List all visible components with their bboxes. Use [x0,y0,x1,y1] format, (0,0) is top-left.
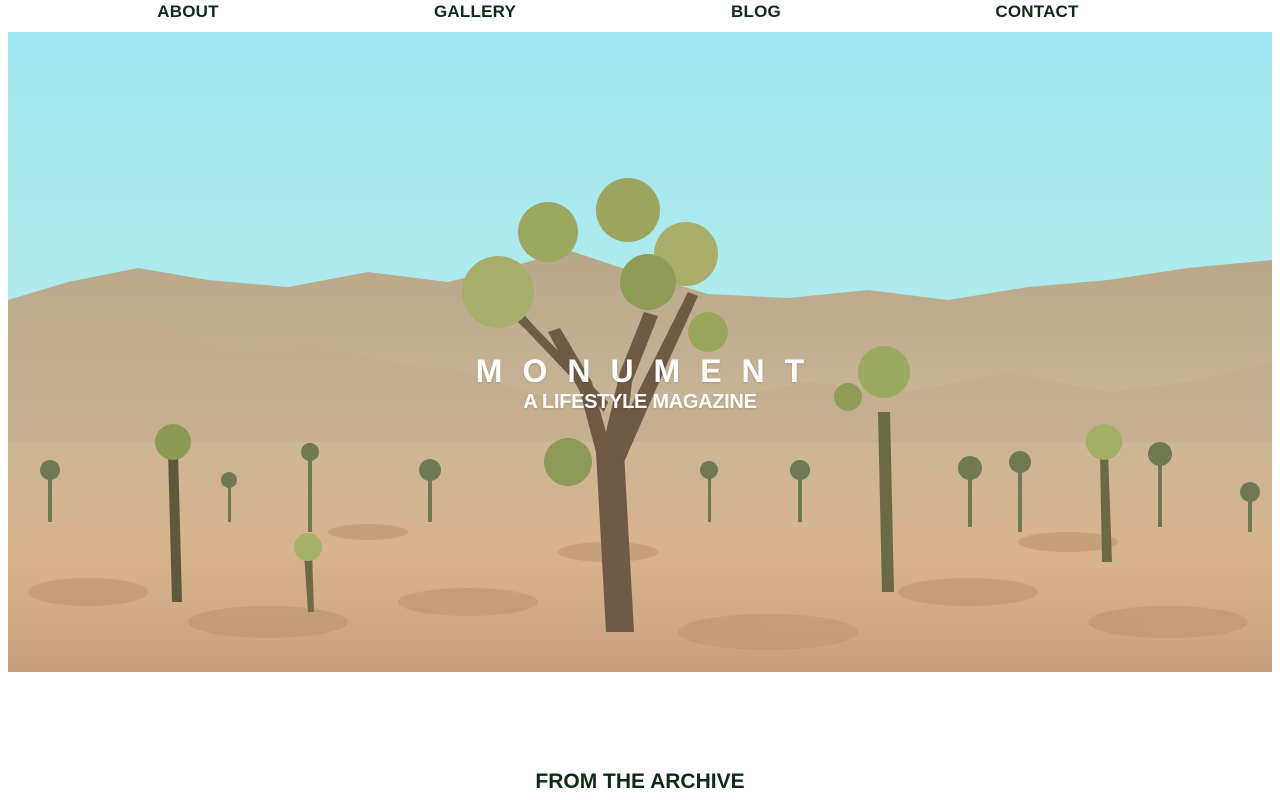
nav-link-contact[interactable]: CONTACT [995,2,1078,22]
top-navigation: ABOUT GALLERY BLOG CONTACT [0,0,1280,32]
hero-banner: MONUMENT A LIFESTYLE MAGAZINE [8,32,1272,672]
nav-link-gallery[interactable]: GALLERY [434,2,516,22]
hero-desert-image [8,32,1272,672]
nav-link-blog[interactable]: BLOG [731,2,781,22]
archive-section-heading: FROM THE ARCHIVE [535,770,745,793]
nav-link-about[interactable]: ABOUT [157,2,218,22]
site-title: MONUMENT [475,353,825,390]
site-tagline: A LIFESTYLE MAGAZINE [523,391,757,413]
